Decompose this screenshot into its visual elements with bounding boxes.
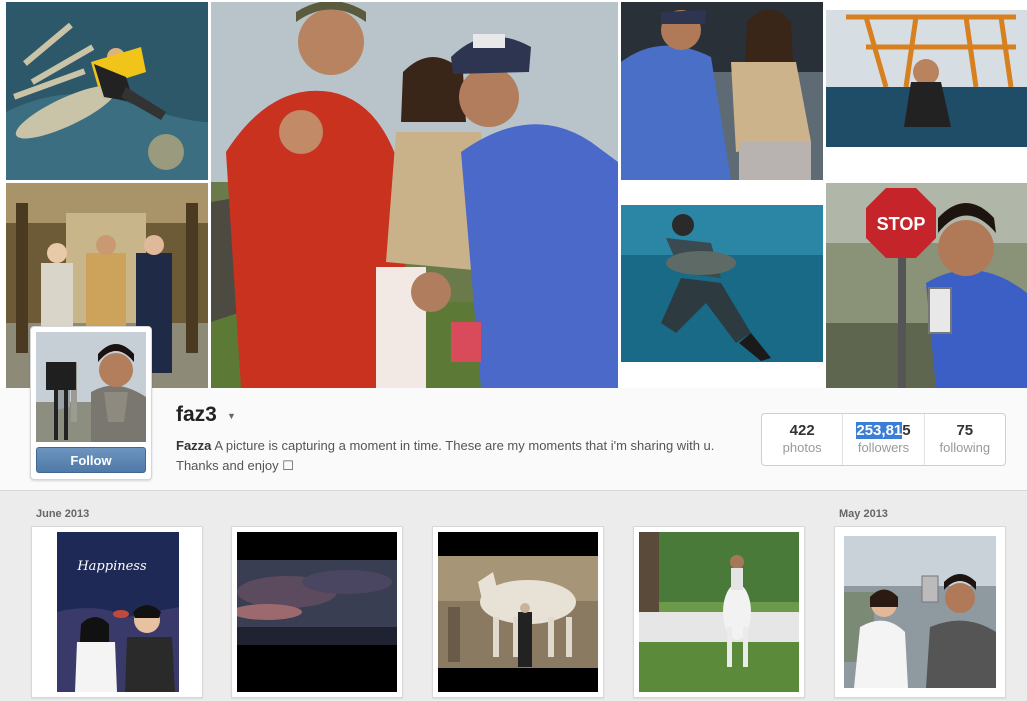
stat-photos-count: 422 <box>789 422 815 439</box>
stat-followers-count-rest: 5 <box>902 422 911 439</box>
stat-photos-label: photos <box>782 440 822 455</box>
feed-photo-girl-phone[interactable] <box>840 532 1000 692</box>
feed-photo-card[interactable] <box>231 526 403 698</box>
feed-photo-sunset-clouds[interactable] <box>237 532 397 692</box>
svg-text:Happiness: Happiness <box>76 559 147 574</box>
feed-photo-illustration[interactable]: Happiness <box>37 532 197 692</box>
cover-photo-oil-rig[interactable] <box>826 2 1027 180</box>
follow-button[interactable]: Follow <box>36 447 146 473</box>
stat-following[interactable]: 75 following <box>923 414 1005 465</box>
stat-following-label: following <box>939 440 991 455</box>
stat-followers[interactable]: 253,815 followers <box>842 414 923 465</box>
stat-followers-count: 253,815 <box>843 422 923 439</box>
feed-photo-white-horse[interactable] <box>639 532 799 692</box>
cover-photo-girl-car[interactable] <box>621 2 823 180</box>
cover-photo-family-main[interactable] <box>211 2 618 388</box>
avatar[interactable] <box>36 332 146 442</box>
month-label-may: May 2013 <box>839 508 888 520</box>
stat-following-count: 75 <box>956 422 974 439</box>
profile-avatar-card: Follow <box>30 326 152 480</box>
cover-photo-stop-sign[interactable]: STOP <box>826 183 1027 388</box>
caret-down-icon[interactable]: ▼ <box>227 411 236 421</box>
profile-bio: Fazza A picture is capturing a moment in… <box>176 436 736 476</box>
cover-photo-underwater[interactable] <box>621 183 823 388</box>
stat-photos[interactable]: 422 photos <box>762 414 842 465</box>
feed-photo-card[interactable] <box>633 526 805 698</box>
feed-photo-card[interactable] <box>834 526 1006 698</box>
cover-photo-skydive[interactable] <box>6 2 208 180</box>
feed-photo-card[interactable]: Happiness <box>31 526 203 698</box>
selected-text: 253,81 <box>856 422 903 439</box>
svg-text:STOP: STOP <box>877 214 926 234</box>
cover-mosaic: STOP <box>0 0 1027 388</box>
month-label-june: June 2013 <box>36 508 90 520</box>
profile-stats: 422 photos 253,815 followers 75 followin… <box>761 413 1006 466</box>
feed-photo-card[interactable] <box>432 526 604 698</box>
profile-username[interactable]: faz3 <box>176 403 217 427</box>
bio-name: Fazza <box>176 438 212 453</box>
stat-followers-label: followers <box>857 440 910 455</box>
bio-text: A picture is capturing a moment in time.… <box>176 438 715 473</box>
feed-photo-vintage-horse[interactable] <box>438 532 598 692</box>
